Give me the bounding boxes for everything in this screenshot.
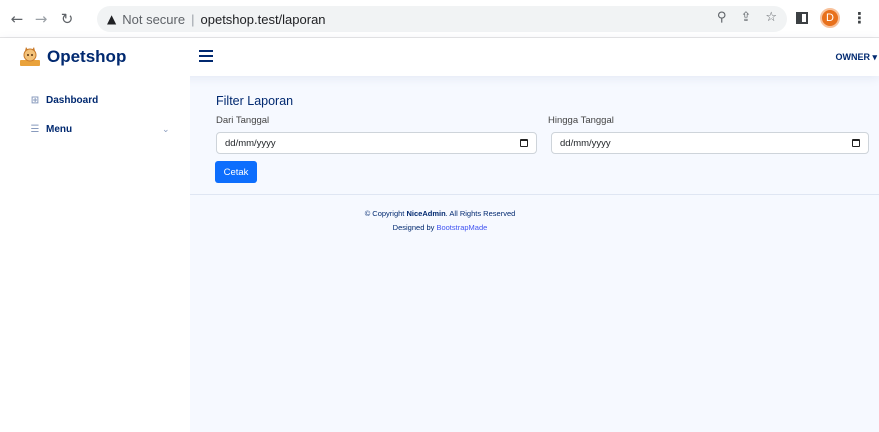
page-title: Filter Laporan — [216, 94, 294, 108]
copyright-suffix: . All Rights Reserved — [445, 209, 516, 218]
from-date-value: dd/mm/yyyy — [225, 137, 276, 149]
url-text[interactable]: opetshop.test/laporan — [201, 12, 326, 27]
user-menu[interactable]: OWNER ▾ — [835, 52, 877, 63]
to-date-label: Hingga Tanggal — [548, 115, 614, 126]
logo-text: Opetshop — [47, 47, 127, 66]
copyright-brand: NiceAdmin — [406, 209, 446, 218]
address-bar[interactable]: ▲ Not secure | opetshop.test/laporan ⚲ ⇪… — [97, 6, 787, 32]
share-icon[interactable]: ⇪ — [740, 10, 751, 25]
calendar-icon[interactable] — [520, 139, 528, 147]
main-content: Filter Laporan Dari Tanggal Hingga Tangg… — [190, 76, 879, 432]
sidebar-item-label: Menu — [46, 124, 73, 135]
grid-icon: ⊞ — [30, 95, 40, 106]
shop-logo-icon — [20, 47, 40, 66]
copyright-prefix: © Copyright — [364, 209, 407, 218]
back-arrow-icon[interactable]: ← — [6, 8, 28, 30]
copyright-text: © Copyright NiceAdmin. All Rights Reserv… — [190, 209, 690, 218]
user-label: OWNER — [835, 52, 870, 62]
calendar-icon[interactable] — [852, 139, 860, 147]
profile-avatar[interactable]: D — [820, 8, 840, 28]
sidebar-item-menu[interactable]: ☰ Menu — [30, 124, 73, 135]
logo[interactable]: Opetshop — [18, 46, 126, 68]
footer-divider — [190, 194, 879, 195]
url-separator: | — [191, 11, 195, 27]
to-date-value: dd/mm/yyyy — [560, 137, 611, 149]
app-header: Opetshop OWNER ▾ — [0, 38, 879, 76]
side-panel-icon[interactable] — [796, 12, 808, 24]
designed-by-text: Designed by BootstrapMade — [190, 223, 690, 232]
list-icon: ☰ — [30, 124, 40, 135]
star-icon[interactable]: ☆ — [765, 10, 777, 25]
from-date-label: Dari Tanggal — [216, 115, 270, 126]
kebab-menu-icon[interactable]: ⋮ — [852, 9, 867, 27]
zoom-icon[interactable]: ⚲ — [717, 10, 727, 25]
designed-prefix: Designed by — [392, 223, 437, 232]
from-date-field[interactable]: dd/mm/yyyy — [216, 132, 537, 154]
chevron-down-icon[interactable]: ⌄ — [162, 125, 170, 135]
sidebar: ⊞ Dashboard ☰ Menu ⌄ — [0, 76, 190, 432]
not-secure-label[interactable]: Not secure — [122, 12, 185, 27]
browser-actions: D ⋮ — [796, 8, 867, 28]
browser-toolbar: ← → ↻ ▲ Not secure | opetshop.test/lapor… — [0, 0, 879, 38]
sidebar-item-dashboard[interactable]: ⊞ Dashboard — [30, 95, 98, 106]
forward-arrow-icon[interactable]: → — [30, 8, 52, 30]
sidebar-item-label: Dashboard — [46, 95, 99, 106]
to-date-field[interactable]: dd/mm/yyyy — [551, 132, 869, 154]
omnibox-actions: ⚲ ⇪ ☆ — [717, 10, 777, 25]
reload-icon[interactable]: ↻ — [56, 8, 78, 30]
warning-icon[interactable]: ▲ — [107, 12, 116, 26]
print-button[interactable]: Cetak — [215, 161, 257, 183]
designer-link[interactable]: BootstrapMade — [436, 223, 487, 232]
hamburger-menu-icon[interactable] — [199, 50, 213, 62]
